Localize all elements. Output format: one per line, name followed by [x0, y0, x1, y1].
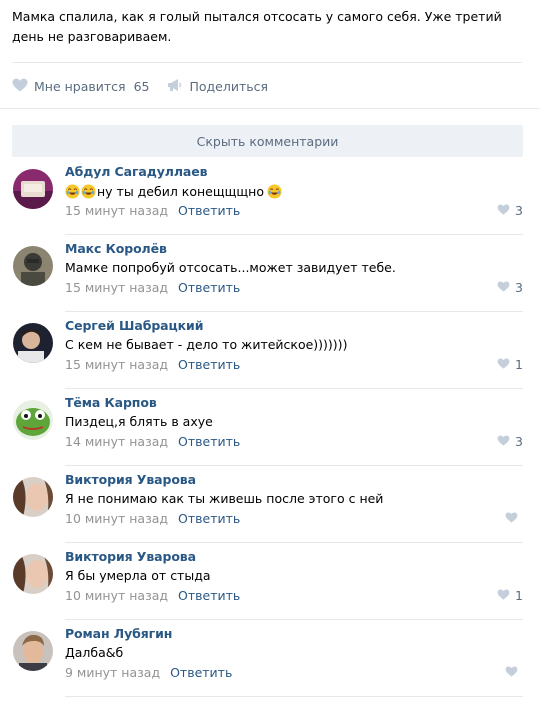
laughing-emoji-icon [267, 183, 283, 199]
comment-divider [65, 696, 523, 697]
comment-meta: 14 минут назад Ответить [65, 434, 240, 449]
avatar[interactable] [13, 246, 53, 286]
heart-icon [497, 434, 515, 449]
comment-meta: 15 минут назад Ответить [65, 357, 240, 372]
reply-link[interactable]: Ответить [178, 357, 240, 372]
hide-comments-button[interactable]: Скрыть комментарии [12, 125, 523, 157]
comment-time[interactable]: 10 минут назад [65, 511, 168, 526]
comment-like-button[interactable] [505, 665, 523, 680]
comment-item: Тёма Карпов Пиздец,я блять в ахуе 14 мин… [0, 389, 540, 466]
comment-like-button[interactable] [505, 511, 523, 526]
heart-icon [12, 78, 34, 95]
reply-link[interactable]: Ответить [170, 665, 232, 680]
comment-author[interactable]: Виктория Уварова [65, 472, 196, 487]
laughing-emoji-icon [81, 183, 97, 199]
actions-divider [0, 108, 540, 109]
reply-link[interactable]: Ответить [178, 588, 240, 603]
comment-like-button[interactable]: 3 [497, 203, 523, 218]
comment-time[interactable]: 15 минут назад [65, 357, 168, 372]
comment-time[interactable]: 15 минут назад [65, 280, 168, 295]
avatar[interactable] [13, 400, 53, 440]
comment-like-count: 3 [515, 203, 523, 218]
share-button[interactable]: Поделиться [167, 78, 268, 95]
heart-icon [505, 665, 523, 680]
comment-like-count: 1 [515, 588, 523, 603]
comment-item: Сергей Шабрацкий С кем не бывает - дело … [0, 312, 540, 389]
heart-icon [505, 511, 523, 526]
heart-icon [497, 588, 515, 603]
comment-time[interactable]: 14 минут назад [65, 434, 168, 449]
comment-item: Абдул Сагадуллаев ну ты дебил конещщщно … [0, 158, 540, 235]
comment-item: Виктория Уварова Я бы умерла от стыда 10… [0, 543, 540, 620]
like-count: 65 [133, 78, 150, 94]
comment-like-count: 3 [515, 434, 523, 449]
comment-meta: 9 минут назад Ответить [65, 665, 232, 680]
post-actions: Мне нравится 65 Поделиться [12, 76, 286, 96]
reply-link[interactable]: Ответить [178, 434, 240, 449]
megaphone-icon [167, 78, 189, 95]
comment-item: Виктория Уварова Я не понимаю как ты жив… [0, 466, 540, 543]
avatar[interactable] [13, 169, 53, 209]
comment-text: ну ты дебил конещщщно [65, 183, 283, 199]
comment-like-button[interactable]: 1 [497, 357, 523, 372]
like-label: Мне нравится [34, 78, 126, 94]
comment-author[interactable]: Макс Королёв [65, 241, 167, 256]
comment-like-button[interactable]: 3 [497, 434, 523, 449]
comment-text: Далба&б [65, 645, 124, 660]
comment-like-button[interactable]: 1 [497, 588, 523, 603]
comment-author[interactable]: Виктория Уварова [65, 549, 196, 564]
post-divider [12, 62, 522, 63]
comment-time[interactable]: 10 минут назад [65, 588, 168, 603]
comment-author[interactable]: Абдул Сагадуллаев [65, 164, 208, 179]
comment-like-count: 1 [515, 357, 523, 372]
avatar[interactable] [13, 554, 53, 594]
avatar[interactable] [13, 631, 53, 671]
reply-link[interactable]: Ответить [178, 203, 240, 218]
share-label: Поделиться [189, 78, 269, 94]
comment-meta: 10 минут назад Ответить [65, 588, 240, 603]
comment-meta: 15 минут назад Ответить [65, 203, 240, 218]
comment-text: С кем не бывает - дело то житейское)))))… [65, 337, 348, 352]
comment-time[interactable]: 9 минут назад [65, 665, 160, 680]
comment-meta: 10 минут назад Ответить [65, 511, 240, 526]
comment-text-body: ну ты дебил конещщщно [97, 183, 264, 199]
comment-text: Я не понимаю как ты живешь после этого с… [65, 491, 384, 506]
laughing-emoji-icon [65, 183, 81, 199]
reply-link[interactable]: Ответить [178, 511, 240, 526]
avatar[interactable] [13, 323, 53, 363]
reply-link[interactable]: Ответить [178, 280, 240, 295]
like-button[interactable]: Мне нравится 65 [12, 78, 149, 95]
comment-item: Макс Королёв Мамке попробуй отсосать...м… [0, 235, 540, 312]
comment-item: Роман Лубягин Далба&б 9 минут назад Отве… [0, 620, 540, 697]
post-text: Мамка спалила, как я голый пытался отсос… [12, 9, 502, 44]
comment-author[interactable]: Тёма Карпов [65, 395, 157, 410]
comment-like-button[interactable]: 3 [497, 280, 523, 295]
comment-meta: 15 минут назад Ответить [65, 280, 240, 295]
comment-text: Мамке попробуй отсосать...может завидует… [65, 260, 396, 275]
comment-author[interactable]: Сергей Шабрацкий [65, 318, 203, 333]
comment-author[interactable]: Роман Лубягин [65, 626, 172, 641]
comment-like-count: 3 [515, 280, 523, 295]
comment-text: Пиздец,я блять в ахуе [65, 414, 213, 429]
heart-icon [497, 357, 515, 372]
avatar[interactable] [13, 477, 53, 517]
comment-time[interactable]: 15 минут назад [65, 203, 168, 218]
heart-icon [497, 203, 515, 218]
heart-icon [497, 280, 515, 295]
comment-text: Я бы умерла от стыда [65, 568, 211, 583]
